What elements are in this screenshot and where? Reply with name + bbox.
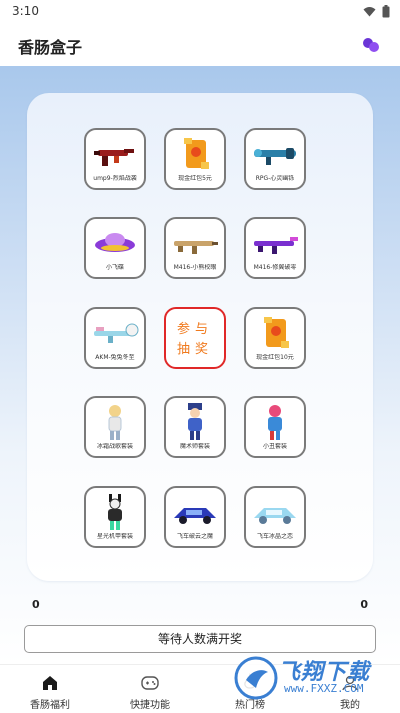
red-packet-icon: [264, 317, 289, 348]
prize-card-clown[interactable]: 小丑套装: [244, 396, 306, 458]
watermark: 飞翔下载 www.FXXZ.COM: [232, 652, 392, 710]
prize-card-cash-10[interactable]: 现金红包10元: [244, 307, 306, 369]
prize-label: 星光机甲套装: [96, 533, 133, 540]
prize-label: 小飞碟: [105, 264, 124, 271]
race-car-icon: [254, 508, 296, 524]
prize-label: M416-修翼破零: [253, 264, 297, 271]
rifle-icon: [94, 323, 139, 343]
prize-card-mecha[interactable]: 星光机甲套装: [84, 486, 146, 548]
red-packet-icon: [184, 138, 209, 169]
home-icon: [43, 676, 57, 690]
prize-card-m416-bear[interactable]: M416-小熊校眼: [164, 217, 226, 279]
prize-label: AKM-兔兔冬至: [95, 354, 135, 361]
page-title: 香肠盒子: [18, 38, 83, 57]
join-draw-button[interactable]: 参与 抽奖: [164, 307, 226, 369]
prize-card-akm[interactable]: AKM-兔兔冬至: [84, 307, 146, 369]
battery-icon: [382, 5, 390, 18]
nav-label: 快捷功能: [130, 700, 170, 711]
ufo-icon: [95, 233, 135, 252]
nav-item-shortcuts[interactable]: 快捷功能: [100, 665, 200, 713]
prize-label: ump9-烈焰战袭: [93, 175, 137, 182]
prize-card-rpg[interactable]: RPG-心灵幽铄: [244, 128, 306, 190]
prize-card-frost[interactable]: 冰霜战歌套装: [84, 396, 146, 458]
prize-card-car-cloud[interactable]: 飞车破云之魔: [164, 486, 226, 548]
prize-label: 魔术师套装: [179, 443, 210, 450]
app-logo-icon[interactable]: [360, 34, 382, 56]
prize-label: 飞车破云之魔: [176, 533, 213, 540]
draw-text-line2: 抽奖: [176, 342, 213, 357]
prize-card-ump9[interactable]: ump9-烈焰战袭: [84, 128, 146, 190]
character-icon: [108, 494, 122, 530]
character-icon: [268, 405, 282, 440]
prize-label: 冰霜战歌套装: [96, 443, 133, 450]
participant-count-left: 0: [32, 598, 40, 611]
draw-text-line1: 参与: [176, 322, 213, 337]
nav-label: 香肠福利: [30, 700, 70, 711]
prize-label: 现金红包5元: [178, 175, 212, 182]
prize-label: 小丑套装: [262, 443, 287, 450]
prize-card-cash-5[interactable]: 现金红包5元: [164, 128, 226, 190]
prize-label: M416-小熊校眼: [173, 264, 217, 271]
status-time: 3:10: [12, 4, 39, 18]
status-bar: 3:10: [0, 0, 400, 24]
character-icon: [108, 405, 122, 440]
rifle-icon: [254, 237, 298, 254]
race-car-icon: [174, 508, 216, 524]
rifle-icon: [174, 241, 218, 254]
prize-label: RPG-心灵幽铄: [255, 175, 295, 182]
prize-card-magician[interactable]: 魔术师套装: [164, 396, 226, 458]
watermark-url: www.FXXZ.COM: [284, 682, 364, 695]
draw-status-button[interactable]: 等待人数满开奖: [24, 625, 376, 653]
app-header: 香肠盒子: [0, 24, 400, 66]
gamepad-icon: [141, 676, 159, 690]
status-icons: [363, 5, 390, 18]
participant-count-right: 0: [360, 598, 368, 611]
watermark-logo-icon: [234, 656, 278, 700]
prize-card-car-crystal[interactable]: 飞车冰晶之恋: [244, 486, 306, 548]
gun-icon: [94, 149, 134, 166]
wifi-icon: [363, 7, 376, 17]
nav-item-welfare[interactable]: 香肠福利: [0, 665, 100, 713]
character-icon: [188, 403, 202, 440]
prize-card-ufo[interactable]: 小飞碟: [84, 217, 146, 279]
rocket-launcher-icon: [254, 148, 296, 165]
prize-card-m416-wing[interactable]: M416-修翼破零: [244, 217, 306, 279]
prize-label: 飞车冰晶之恋: [256, 533, 293, 540]
prize-label: 现金红包10元: [256, 354, 294, 361]
draw-text: 参与 抽奖: [166, 320, 224, 360]
